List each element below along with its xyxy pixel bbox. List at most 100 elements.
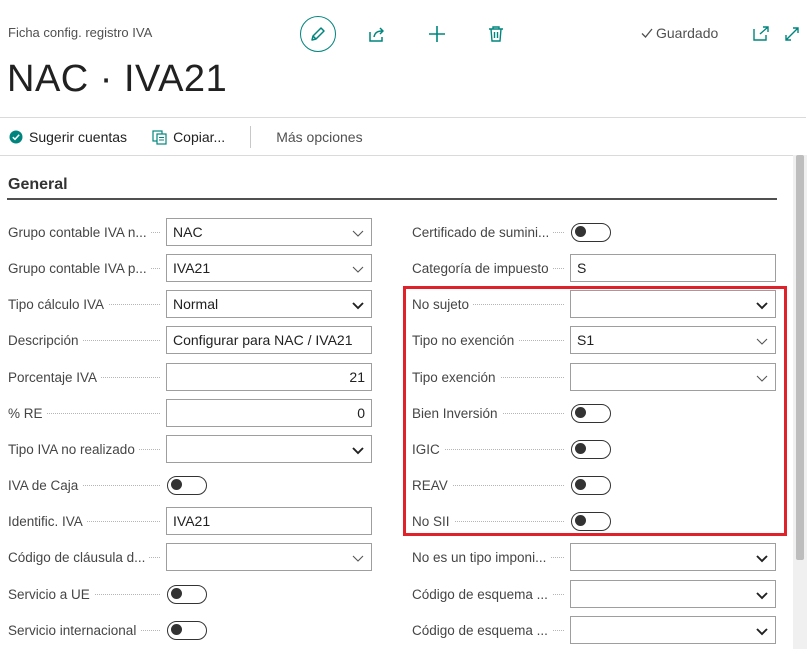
chevron-down-icon [352, 266, 364, 273]
field-label-container: IVA de Caja [8, 477, 166, 493]
open-in-new-window-icon [753, 26, 769, 41]
toggle-knob [575, 225, 586, 237]
field-label-container: Tipo cálculo IVA [8, 296, 166, 312]
number-field[interactable]: 0 [166, 399, 372, 427]
field-value: S [577, 260, 587, 276]
copy-label: Copiar... [173, 129, 226, 145]
field-label: Código de cláusula d... [8, 549, 150, 565]
text-field[interactable]: IVA21 [166, 507, 372, 535]
field-label: Servicio a UE [8, 586, 94, 602]
field-label-container: No SII [412, 513, 570, 529]
field-label: IVA de Caja [8, 477, 83, 493]
action-bar: Sugerir cuentas Copiar... Más opciones [0, 118, 806, 156]
field-value: 0 [357, 405, 365, 421]
field-value: IVA21 [173, 513, 211, 529]
plus-icon [429, 26, 445, 42]
action-divider [250, 126, 252, 148]
field-label-container: Identific. IVA [8, 513, 166, 529]
select-field[interactable]: NAC [166, 218, 372, 246]
more-options-label: Más opciones [276, 129, 363, 145]
toggle-switch[interactable] [571, 511, 611, 531]
select-field[interactable] [570, 290, 776, 318]
select-field[interactable] [570, 543, 776, 571]
select-field[interactable] [166, 435, 372, 463]
field-label: Categoría de impuesto [412, 260, 553, 276]
section-title-general[interactable]: General [8, 176, 68, 194]
field-label: IGIC [412, 441, 444, 457]
select-field[interactable]: Normal [166, 290, 372, 318]
suggest-accounts-button[interactable]: Sugerir cuentas [9, 129, 127, 145]
toggle-knob [171, 478, 182, 490]
text-field[interactable]: S [570, 254, 776, 282]
open-new-window-button[interactable] [750, 23, 772, 45]
scrollbar-thumb[interactable] [796, 155, 804, 560]
field-label-container: Servicio internacional [8, 622, 166, 638]
toggle-switch[interactable] [571, 222, 611, 242]
chevron-down-icon [756, 338, 768, 345]
field-row-left-grupo-contable-iva-n-0: Grupo contable IVA n... NAC [8, 218, 372, 246]
field-label: Descripción [8, 332, 83, 348]
toggle-switch[interactable] [167, 475, 207, 495]
toggle-switch[interactable] [167, 620, 207, 640]
field-row-right-tipo-no-exencion-3: Tipo no exención S1 [412, 326, 776, 354]
field-label-container: IGIC [412, 441, 570, 457]
field-label-container: Tipo no exención [412, 332, 570, 348]
toggle-knob [575, 478, 586, 490]
field-label: Tipo cálculo IVA [8, 296, 109, 312]
field-row-right-no-es-un-tipo-imponi-9: No es un tipo imponi... [412, 543, 776, 571]
field-label-container: Porcentaje IVA [8, 369, 166, 385]
number-field[interactable]: 21 [166, 363, 372, 391]
chevron-down-icon [352, 555, 364, 562]
toggle-switch[interactable] [167, 584, 207, 604]
toggle-switch[interactable] [571, 475, 611, 495]
text-field[interactable]: Configurar para NAC / IVA21 [166, 326, 372, 354]
field-row-right-bien-inversion-5: Bien Inversión [412, 399, 611, 427]
field-row-right-certificado-de-sumini-0: Certificado de sumini... [412, 218, 611, 246]
field-label: Grupo contable IVA p... [8, 260, 151, 276]
field-value: NAC [173, 224, 203, 240]
select-field[interactable] [570, 580, 776, 608]
field-row-right-codigo-de-esquema-11: Código de esquema ... [412, 616, 776, 644]
field-label: Tipo no exención [412, 332, 519, 348]
field-label-container: Categoría de impuesto [412, 260, 570, 276]
field-label: No SII [412, 513, 454, 529]
edit-button[interactable] [300, 16, 336, 52]
select-field[interactable] [166, 543, 372, 571]
field-label-container: REAV [412, 477, 570, 493]
chevron-down-icon [756, 302, 768, 310]
share-button[interactable] [366, 23, 388, 45]
expand-button[interactable] [781, 23, 803, 45]
select-field[interactable]: IVA21 [166, 254, 372, 282]
field-value: 21 [349, 369, 365, 385]
field-value: Configurar para NAC / IVA21 [173, 332, 353, 348]
field-label: Tipo IVA no realizado [8, 441, 139, 457]
field-label: Bien Inversión [412, 405, 502, 421]
field-label-container: No sujeto [412, 296, 570, 312]
copy-button[interactable]: Copiar... [152, 129, 225, 145]
toggle-switch[interactable] [571, 439, 611, 459]
toggle-knob [171, 623, 182, 635]
field-label: Código de esquema ... [412, 586, 552, 602]
toggle-switch[interactable] [571, 403, 611, 423]
select-field[interactable]: S1 [570, 326, 776, 354]
field-label: Identific. IVA [8, 513, 87, 529]
field-row-left-iva-de-caja-7: IVA de Caja [8, 471, 207, 499]
field-row-left-codigo-de-clausula-d-9: Código de cláusula d... [8, 543, 372, 571]
field-label: Código de esquema ... [412, 622, 552, 638]
more-options-button[interactable]: Más opciones [276, 129, 362, 145]
delete-button[interactable] [485, 23, 507, 45]
new-button[interactable] [426, 23, 448, 45]
select-field[interactable] [570, 616, 776, 644]
field-label: Porcentaje IVA [8, 369, 102, 385]
field-row-right-igic-6: IGIC [412, 435, 611, 463]
field-row-right-no-sujeto-2: No sujeto [412, 290, 776, 318]
suggest-accounts-label: Sugerir cuentas [29, 129, 128, 145]
field-row-right-reav-7: REAV [412, 471, 611, 499]
field-row-left-servicio-a-ue-10: Servicio a UE [8, 580, 207, 608]
page-title: NAC · IVA21 [7, 58, 228, 100]
toggle-knob [575, 442, 586, 454]
toggle-knob [575, 406, 586, 418]
select-field[interactable] [570, 363, 776, 391]
actions-divider [0, 155, 806, 156]
field-label: REAV [412, 477, 452, 493]
